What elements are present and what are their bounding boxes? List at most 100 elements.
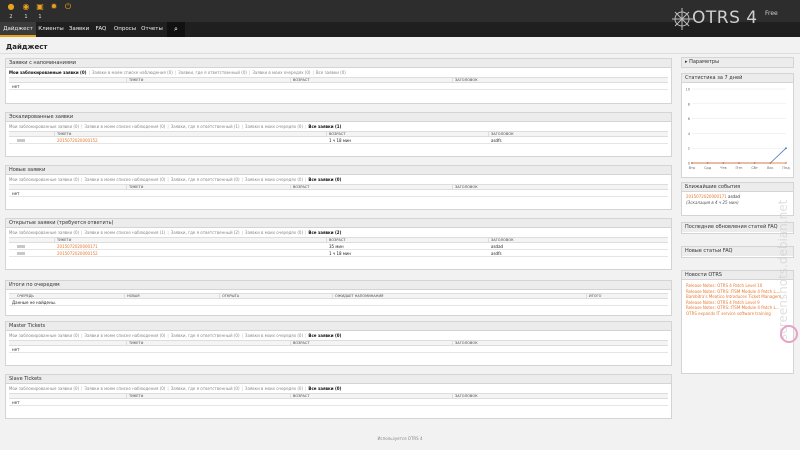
column-divider bbox=[586, 294, 587, 298]
widget-title: Slave Tickets bbox=[6, 375, 671, 384]
filter-link[interactable]: Все заявки (0) bbox=[316, 70, 346, 75]
filter-link[interactable]: Все заявки (1) bbox=[308, 124, 341, 129]
user-icon[interactable]: ● 2 bbox=[5, 3, 17, 21]
filter-link[interactable]: Заявки, где я ответственный (0) bbox=[171, 177, 240, 182]
series-point bbox=[706, 162, 709, 164]
filter-link[interactable]: Мои заблокированные заявки (0) bbox=[9, 230, 79, 235]
table-row: нет bbox=[9, 399, 668, 406]
column-divider bbox=[326, 132, 327, 136]
settings-label: Параметры bbox=[689, 59, 720, 65]
filter-link[interactable]: Все заявки (0) bbox=[308, 177, 341, 182]
settings-widget[interactable]: ▸ Параметры bbox=[681, 57, 794, 68]
filter-separator: | bbox=[81, 177, 83, 182]
filter-link[interactable]: Заявки в моем списке наблюдения (1) bbox=[84, 230, 165, 235]
master-tickets-widget: Master Tickets Мои заблокированные заявк… bbox=[5, 321, 672, 366]
icon-count: 1 bbox=[38, 14, 42, 20]
filter-link[interactable]: Все заявки (0) bbox=[308, 386, 341, 391]
filter-link[interactable]: Заявки в моем списке наблюдения (0) bbox=[84, 333, 165, 338]
nav-reports[interactable]: Отчеты bbox=[139, 22, 165, 37]
filter-link[interactable]: Заявки в моих очередях (0) bbox=[245, 386, 303, 391]
column-divider bbox=[126, 78, 127, 82]
series-point bbox=[769, 162, 772, 164]
new-tickets-widget: Новые заявки Мои заблокированные заявки … bbox=[5, 165, 672, 210]
filter-separator: | bbox=[81, 333, 83, 338]
column-divider bbox=[124, 294, 125, 298]
column-divider bbox=[54, 132, 55, 136]
column-divider bbox=[126, 185, 127, 189]
stats-title: Статистика за 7 дней bbox=[682, 74, 793, 83]
series-point bbox=[738, 162, 740, 164]
ticket-filters: Мои заблокированные заявки (0) | Заявки в … bbox=[6, 331, 671, 340]
filter-link[interactable]: Заявки, где я ответственный (2) bbox=[171, 230, 240, 235]
ticket-number-link[interactable]: 2015072020000171 bbox=[57, 243, 98, 250]
eye-icon[interactable]: ◉ 1 bbox=[20, 3, 32, 21]
filter-separator: | bbox=[305, 333, 307, 338]
ticket-age: 1 ч 18 мин bbox=[329, 138, 352, 143]
table-row[interactable]: 2015072020000171 35 мин asdad bbox=[9, 243, 668, 250]
filter-link[interactable]: Заявки в моем списке наблюдения (0) bbox=[84, 386, 165, 391]
filter-link[interactable]: Заявки в моем списке наблюдения (0) bbox=[84, 177, 165, 182]
table-row[interactable]: 2015072020000152 1 ч 18 мин asdfs bbox=[9, 137, 668, 144]
widget-title: Эскалированные заявки bbox=[6, 113, 671, 122]
upcoming-ticket-title: asdad bbox=[728, 194, 741, 199]
filter-separator: | bbox=[241, 333, 243, 338]
lock-icon[interactable]: ▣ 1 bbox=[34, 3, 46, 21]
upcoming-ticket-link[interactable]: 2015072020000171 bbox=[686, 194, 727, 199]
filter-separator: | bbox=[305, 386, 307, 391]
nav-tickets[interactable]: Заявки bbox=[66, 22, 92, 37]
nav-faq[interactable]: FAQ bbox=[92, 22, 110, 37]
nav-customers[interactable]: Клиенты bbox=[36, 22, 66, 37]
filter-link[interactable]: Заявки в моих очередях (0) bbox=[245, 230, 303, 235]
ticket-filters: Мои заблокированные заявки (0) | Заявки в … bbox=[6, 228, 671, 237]
logo-edition: Free bbox=[765, 10, 778, 17]
table-row[interactable]: 2015072020000152 1 ч 18 мин asdfs bbox=[9, 250, 668, 257]
filter-link[interactable]: Заявки, где я ответственный (0) bbox=[171, 333, 240, 338]
table-row: нет bbox=[9, 83, 668, 90]
ticket-number-link[interactable]: 2015072020000152 bbox=[57, 137, 98, 144]
column-divider bbox=[452, 394, 453, 398]
footer: Используется OTRS 4 bbox=[377, 436, 423, 441]
search-icon[interactable]: ⌕ bbox=[167, 22, 185, 37]
power-icon[interactable]: ⏻ bbox=[62, 3, 74, 13]
ticket-flag-icon bbox=[17, 139, 25, 142]
filter-separator: | bbox=[241, 386, 243, 391]
series-point bbox=[722, 162, 725, 164]
filter-link[interactable]: Мои заблокированные заявки (0) bbox=[9, 177, 79, 182]
settings-toggle[interactable]: ▸ Параметры bbox=[682, 58, 793, 67]
filter-link[interactable]: Заявки, где я ответственный (1) bbox=[171, 124, 240, 129]
filter-link[interactable]: Мои заблокированные заявки (0) bbox=[9, 333, 79, 338]
filter-separator: | bbox=[312, 70, 314, 75]
filter-link[interactable]: Заявки, где я ответственный (0) bbox=[178, 70, 247, 75]
filter-separator: | bbox=[167, 386, 169, 391]
filter-link[interactable]: Заявки в моих очередях (0) bbox=[245, 333, 303, 338]
filter-link[interactable]: Заявки в моих очередях (0) bbox=[245, 124, 303, 129]
filter-link[interactable]: Заявки в моих очередях (0) bbox=[245, 177, 303, 182]
ticket-filters: Мои заблокированные заявки (0) | Заявки в … bbox=[6, 384, 671, 393]
filter-separator: | bbox=[305, 177, 307, 182]
y-tick-label: 8 bbox=[688, 102, 690, 106]
filter-link[interactable]: Мои заблокированные заявки (0) bbox=[9, 70, 87, 75]
column-divider bbox=[126, 341, 127, 345]
filter-link[interactable]: Мои заблокированные заявки (0) bbox=[9, 386, 79, 391]
filter-link[interactable]: Все заявки (0) bbox=[308, 333, 341, 338]
filter-link[interactable]: Все заявки (2) bbox=[308, 230, 341, 235]
watermark: screenshots.debian.net bbox=[776, 199, 790, 340]
y-tick-label: 10 bbox=[686, 88, 690, 92]
filter-separator: | bbox=[241, 124, 243, 129]
filter-link[interactable]: Заявки в моем списке наблюдения (0) bbox=[92, 70, 173, 75]
column-divider bbox=[488, 238, 489, 242]
filter-link[interactable]: Мои заблокированные заявки (0) bbox=[9, 124, 79, 129]
filter-link[interactable]: Заявки в моих очередях (0) bbox=[252, 70, 310, 75]
nav-digest[interactable]: Дайджест bbox=[0, 22, 36, 37]
gear-icon[interactable]: ✹ bbox=[48, 3, 60, 13]
filter-link[interactable]: Заявки, где я ответственный (0) bbox=[171, 386, 240, 391]
column-divider bbox=[290, 394, 291, 398]
nav-surveys[interactable]: Опросы bbox=[111, 22, 139, 37]
ticket-title: asdfs bbox=[491, 251, 502, 256]
ticket-number-link[interactable]: 2015072020000152 bbox=[57, 250, 98, 257]
icon-count: 1 bbox=[24, 14, 28, 20]
ticket-title: asdad bbox=[491, 244, 504, 249]
widget-title: Открытые заявки (требуется ответить) bbox=[6, 219, 671, 228]
filter-link[interactable]: Заявки в моем списке наблюдения (0) bbox=[84, 124, 165, 129]
y-tick-label: 2 bbox=[688, 147, 690, 151]
